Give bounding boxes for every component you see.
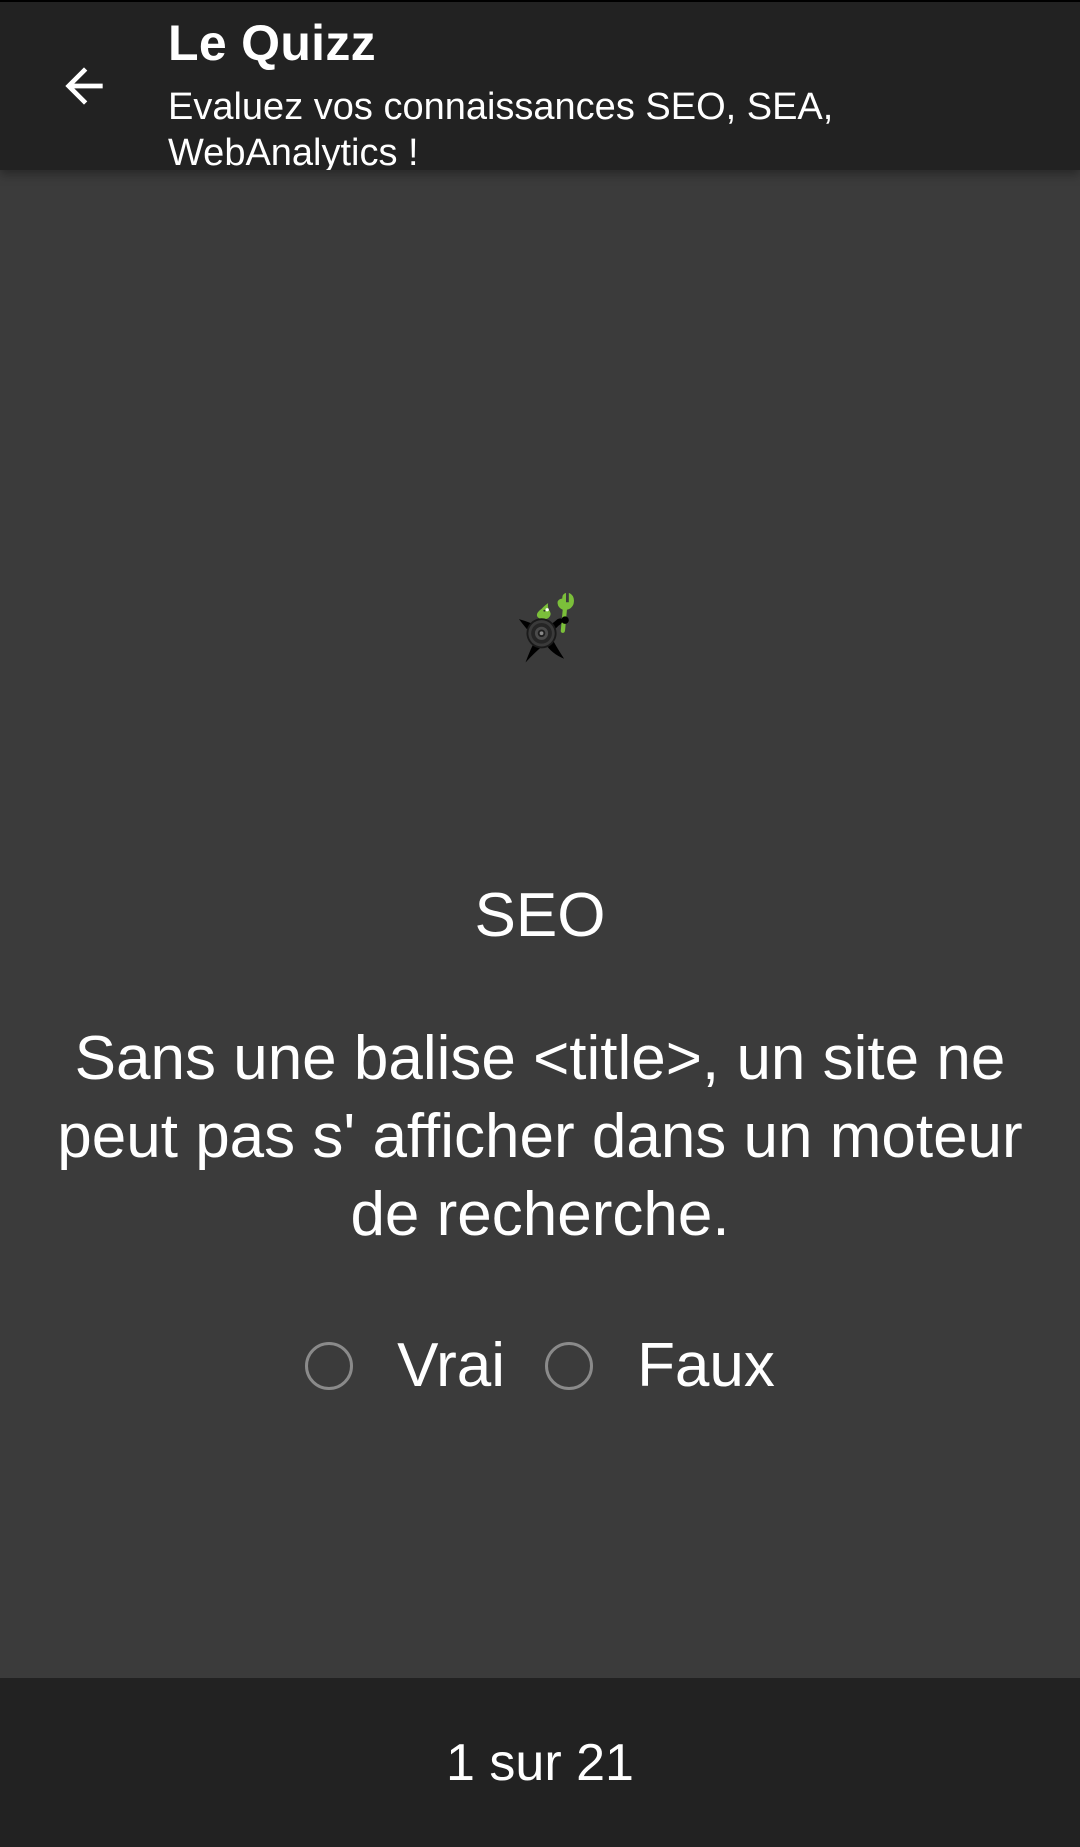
- app-title: Le Quizz: [168, 15, 376, 71]
- back-button[interactable]: [44, 46, 124, 126]
- app-subtitle: Evaluez vos connaissances SEO, SEA, WebA…: [168, 86, 834, 170]
- option-label-faux: Faux: [637, 1331, 775, 1400]
- radio-button-faux[interactable]: [545, 1342, 594, 1390]
- quiz-content: SEO Sans une balise <title>, un site ne …: [0, 170, 1080, 1678]
- option-label-vrai: Vrai: [397, 1331, 506, 1400]
- app-bar: Le Quizz Evaluez vos connaissances SEO, …: [0, 0, 1080, 170]
- option-vrai[interactable]: Vrai: [305, 1330, 505, 1402]
- title-block: Le Quizz Evaluez vos connaissances SEO, …: [168, 12, 1028, 170]
- question-counter: 1 sur 21: [446, 1733, 634, 1792]
- mascot-speaker-wrench-icon: [518, 592, 574, 663]
- answer-options: Vrai Faux: [0, 1330, 1080, 1402]
- footer-bar: 1 sur 21: [0, 1678, 1080, 1847]
- arrow-left-icon: [65, 67, 103, 105]
- question-text: Sans une balise <title>, un site ne peut…: [57, 1024, 1023, 1249]
- question-category: SEO: [474, 881, 606, 950]
- radio-button-vrai[interactable]: [305, 1342, 354, 1390]
- option-faux[interactable]: Faux: [545, 1330, 775, 1402]
